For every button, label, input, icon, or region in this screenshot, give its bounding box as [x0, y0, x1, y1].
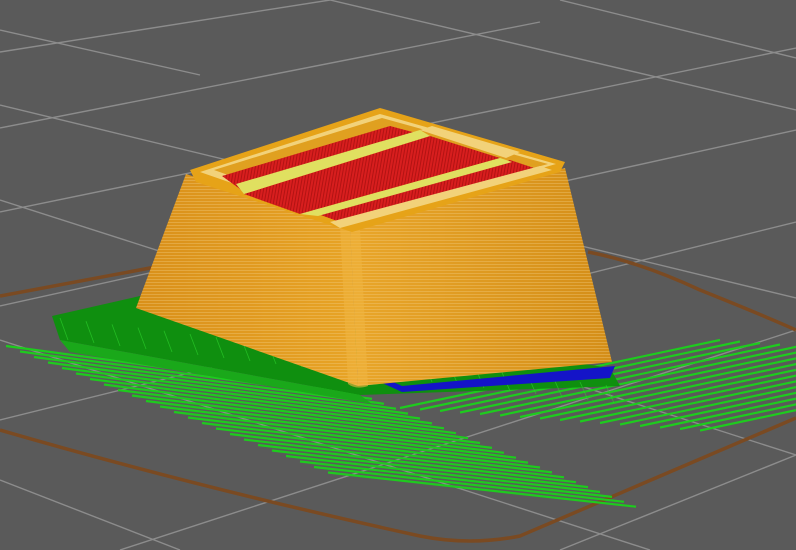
gcode-3d-viewport[interactable]	[0, 0, 796, 550]
support-raster-line	[299, 460, 613, 498]
support-raster-line	[257, 443, 577, 484]
print-preview-scene[interactable]	[0, 0, 796, 550]
support-raster-line	[243, 438, 565, 479]
support-raster-line	[271, 449, 589, 489]
